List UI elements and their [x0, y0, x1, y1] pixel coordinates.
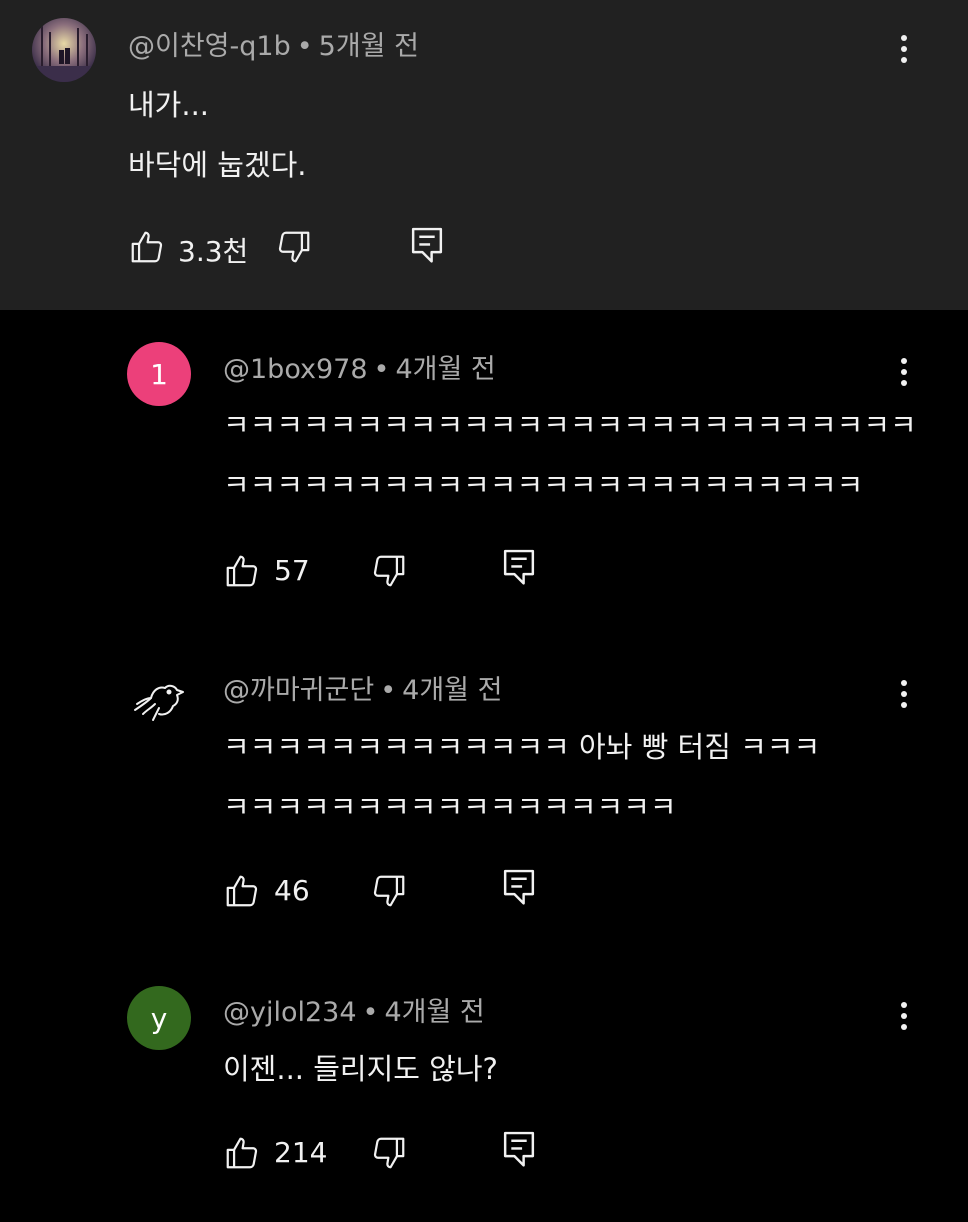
like-count: 3.3천: [178, 235, 249, 268]
comment-text-line-1: 이젠... 들리지도 않나?: [223, 1052, 498, 1086]
reply-comment-icon[interactable]: [500, 548, 538, 588]
more-options-button[interactable]: [892, 680, 916, 720]
thumbs-down-icon[interactable]: [275, 228, 313, 266]
thumbs-down-icon[interactable]: [370, 552, 408, 590]
avatar[interactable]: 1: [127, 342, 191, 406]
comment-meta: @1box978 • 4개월 전: [223, 347, 496, 386]
comment-meta: @이찬영-q1b • 5개월 전: [128, 24, 419, 63]
avatar[interactable]: [32, 18, 96, 82]
comment-text-line-2: ㅋㅋㅋㅋㅋㅋㅋㅋㅋㅋㅋㅋㅋㅋㅋㅋㅋ: [223, 790, 677, 824]
author-name[interactable]: @까마귀군단: [223, 675, 374, 706]
comment-text-line-1: 내가...: [128, 88, 210, 122]
reply-comment: @까마귀군단 • 4개월 전 ㅋㅋㅋㅋㅋㅋㅋㅋㅋㅋㅋㅋㅋ 아놔 빵 터짐 ㅋㅋㅋ ㅋ…: [0, 630, 968, 960]
author-name[interactable]: @이찬영-q1b: [128, 31, 291, 62]
author-name[interactable]: @1box978: [223, 354, 368, 385]
meta-separator: •: [362, 997, 379, 1028]
thumbs-down-icon[interactable]: [370, 1134, 408, 1172]
reply-comment: y @yjlol234 • 4개월 전 이젠... 들리지도 않나? 214: [0, 960, 968, 1222]
meta-separator: •: [373, 354, 390, 385]
comment-time: 4개월 전: [402, 675, 503, 706]
thumbs-up-icon[interactable]: [223, 1134, 261, 1172]
comment-meta: @까마귀군단 • 4개월 전: [223, 668, 502, 707]
comment-text-line-2: 바닥에 눕겠다.: [128, 148, 307, 182]
like-count: 46: [274, 874, 310, 907]
meta-separator: •: [296, 31, 313, 62]
comment-time: 5개월 전: [318, 31, 419, 62]
avatar-letter: 1: [150, 357, 168, 391]
thumbs-up-icon[interactable]: [223, 552, 261, 590]
thumbs-up-icon[interactable]: [223, 872, 261, 910]
reply-comment-icon[interactable]: [500, 1130, 538, 1170]
comment-text-line-1: ㅋㅋㅋㅋㅋㅋㅋㅋㅋㅋㅋㅋㅋㅋㅋㅋㅋㅋㅋㅋㅋㅋㅋㅋㅋㅋ: [223, 408, 917, 442]
crow-hand-icon: [134, 684, 184, 721]
thumbs-down-icon[interactable]: [370, 872, 408, 910]
thumbs-up-icon[interactable]: [128, 228, 166, 266]
like-count: 214: [274, 1136, 328, 1169]
author-name[interactable]: @yjlol234: [223, 997, 357, 1028]
more-options-button[interactable]: [892, 1002, 916, 1042]
reply-comment-icon[interactable]: [408, 226, 446, 266]
comment-time: 4개월 전: [384, 997, 485, 1028]
avatar-image: [32, 18, 96, 82]
comment-time: 4개월 전: [395, 354, 496, 385]
reply-comment: 1 @1box978 • 4개월 전 ㅋㅋㅋㅋㅋㅋㅋㅋㅋㅋㅋㅋㅋㅋㅋㅋㅋㅋㅋㅋㅋㅋㅋ…: [0, 310, 968, 630]
parent-comment: @이찬영-q1b • 5개월 전 내가... 바닥에 눕겠다. 3.3천: [0, 0, 968, 310]
reply-comment-icon[interactable]: [500, 868, 538, 908]
comment-text-line-2: ㅋㅋㅋㅋㅋㅋㅋㅋㅋㅋㅋㅋㅋㅋㅋㅋㅋㅋㅋㅋㅋㅋㅋㅋ: [223, 468, 864, 502]
avatar[interactable]: y: [127, 986, 191, 1050]
avatar[interactable]: [127, 664, 191, 728]
comment-meta: @yjlol234 • 4개월 전: [223, 990, 485, 1029]
avatar-letter: y: [150, 1001, 168, 1035]
like-count: 57: [274, 554, 310, 587]
more-options-button[interactable]: [892, 35, 916, 75]
meta-separator: •: [380, 675, 397, 706]
more-options-button[interactable]: [892, 358, 916, 398]
comment-text-line-1: ㅋㅋㅋㅋㅋㅋㅋㅋㅋㅋㅋㅋㅋ 아놔 빵 터짐 ㅋㅋㅋ: [223, 730, 821, 764]
